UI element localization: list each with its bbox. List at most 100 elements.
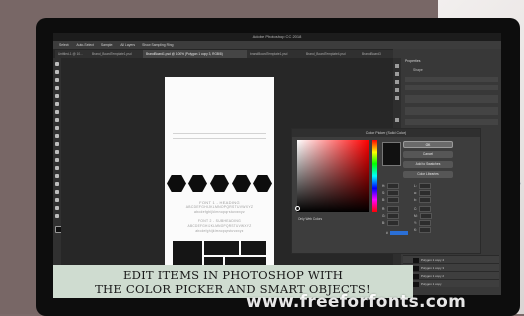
add-to-swatches-button[interactable]: Add to Swatches <box>403 161 453 168</box>
document-tab[interactable]: Brand_BoardTemplate1.psd <box>89 50 143 58</box>
ok-button[interactable]: OK <box>403 141 453 148</box>
g-input[interactable] <box>387 213 400 219</box>
type-tool-icon[interactable] <box>55 182 59 186</box>
dodge-tool-icon[interactable] <box>55 166 59 170</box>
only-web-colors-checkbox[interactable]: Only Web Colors <box>298 217 322 221</box>
k-input[interactable] <box>419 227 432 233</box>
magic-wand-tool-icon[interactable] <box>55 86 59 90</box>
option-item[interactable]: Sample: <box>101 43 113 47</box>
value-row: G: <box>382 213 400 219</box>
value-row: R: <box>382 206 400 212</box>
c-input[interactable] <box>419 206 432 212</box>
layer-row[interactable]: Polygon 1 copy 3 <box>403 263 499 271</box>
color-marker[interactable] <box>295 206 300 211</box>
zoom-tool-icon[interactable] <box>55 214 59 218</box>
layer-thumbnail <box>413 273 419 279</box>
hexagon-shape[interactable] <box>210 175 229 192</box>
image-placeholder[interactable] <box>240 240 267 256</box>
layer-row[interactable]: Polygon 1 copy 4 <box>403 255 499 263</box>
layer-name: Polygon 1 copy 4 <box>421 258 445 262</box>
value-row: H: <box>382 183 400 189</box>
option-item[interactable]: Select: <box>59 43 69 47</box>
a-input[interactable] <box>418 190 431 196</box>
gradient-tool-icon[interactable] <box>55 150 59 154</box>
y-input[interactable] <box>418 220 431 226</box>
blur-tool-icon[interactable] <box>55 158 59 162</box>
caption-line-1: EDIT ITEMS IN PHOTOSHOP WITH <box>122 268 344 282</box>
window-title: Adobe Photoshop CC 2018 <box>252 34 302 39</box>
divider <box>173 133 266 134</box>
layer-row[interactable]: Polygon 1 copy 2 <box>403 271 499 279</box>
hexagon-shape[interactable] <box>232 175 251 192</box>
property-row[interactable] <box>405 107 498 115</box>
layer-row[interactable]: Polygon 1 copy <box>403 279 499 287</box>
option-item[interactable]: Auto-Select <box>76 43 94 47</box>
healing-tool-icon[interactable] <box>55 110 59 114</box>
document-page[interactable]: FONT 1 - HEADING ABCDEFGHIJKLMNOPQRSTUVW… <box>165 77 274 277</box>
swatches-icon[interactable] <box>395 88 399 92</box>
layer-thumbnail <box>413 257 419 263</box>
watermark-text: www.freeforfonts.com <box>246 292 467 312</box>
eraser-tool-icon[interactable] <box>55 142 59 146</box>
history-brush-tool-icon[interactable] <box>55 134 59 138</box>
brush-tool-icon[interactable] <box>55 118 59 122</box>
option-item[interactable]: Show Sampling Ring <box>142 43 173 47</box>
h-input[interactable] <box>387 183 400 189</box>
option-item[interactable]: All Layers <box>120 43 135 47</box>
layer-name: Polygon 1 copy 3 <box>421 266 445 270</box>
color-libraries-button[interactable]: Color Libraries <box>403 171 453 178</box>
value-row: Y: <box>414 220 431 226</box>
hue-slider[interactable] <box>372 140 377 212</box>
m-input[interactable] <box>419 213 432 219</box>
document-tabs: Untitled-1 @ 10... Brand_BoardTemplate1.… <box>53 49 395 58</box>
paragraph-icon[interactable] <box>395 118 399 122</box>
move-tool-icon[interactable] <box>55 62 59 66</box>
b-input[interactable] <box>387 197 400 203</box>
document-tab-active[interactable]: BrandBoard1.psd @ 100% (Polygon 1 copy 3… <box>143 50 247 58</box>
properties-icon[interactable] <box>395 80 399 84</box>
document-tab[interactable]: Brand_BoardTemplate4.psd <box>303 50 359 58</box>
hex-row: # <box>386 231 408 236</box>
properties-title: Properties <box>405 59 421 63</box>
eyedropper-tool-icon[interactable] <box>55 102 59 106</box>
font-heading-sample: ABCDEFGHIJKLMNOPQRSTUVWXYZ <box>185 205 254 209</box>
font-heading-sample: abcdefghijklmnopqrstuvwxyz <box>194 210 245 214</box>
s-input[interactable] <box>387 190 400 196</box>
value-row: L: <box>414 183 431 189</box>
shape-tool-icon[interactable] <box>55 198 59 202</box>
divider <box>173 138 266 139</box>
layer-name: Polygon 1 copy 2 <box>421 274 445 278</box>
lasso-tool-icon[interactable] <box>55 78 59 82</box>
pen-tool-icon[interactable] <box>55 174 59 178</box>
r-input[interactable] <box>387 206 400 212</box>
stamp-tool-icon[interactable] <box>55 126 59 130</box>
property-row[interactable] <box>405 85 498 90</box>
path-selection-tool-icon[interactable] <box>55 190 59 194</box>
document-tab[interactable]: brandBoardTemplate1.psd <box>247 50 303 58</box>
hexagon-shape[interactable] <box>167 175 186 192</box>
layer-thumbnail <box>413 265 419 271</box>
lab-b-input[interactable] <box>418 197 431 203</box>
adjustments-icon[interactable] <box>395 72 399 76</box>
value-row: B: <box>382 220 400 226</box>
property-row[interactable] <box>405 77 498 82</box>
document-tab[interactable]: BrandBoard3 <box>359 50 395 58</box>
history-icon[interactable] <box>395 64 399 68</box>
libraries-icon[interactable] <box>395 96 399 100</box>
document-tab[interactable]: Untitled-1 @ 10... <box>55 50 89 58</box>
value-row: M: <box>414 213 432 219</box>
blue-input[interactable] <box>387 220 400 226</box>
hexagon-shape[interactable] <box>188 175 207 192</box>
hex-input[interactable] <box>389 231 408 236</box>
l-input[interactable] <box>418 183 431 189</box>
property-row[interactable] <box>405 95 498 103</box>
property-row[interactable] <box>405 119 498 125</box>
image-placeholder[interactable] <box>203 240 240 256</box>
marquee-tool-icon[interactable] <box>55 70 59 74</box>
layer-name: Polygon 1 copy <box>421 282 442 286</box>
color-field[interactable] <box>295 140 369 212</box>
cancel-button[interactable]: Cancel <box>403 151 453 158</box>
hand-tool-icon[interactable] <box>55 206 59 210</box>
crop-tool-icon[interactable] <box>55 94 59 98</box>
hexagon-shape[interactable] <box>253 175 272 192</box>
